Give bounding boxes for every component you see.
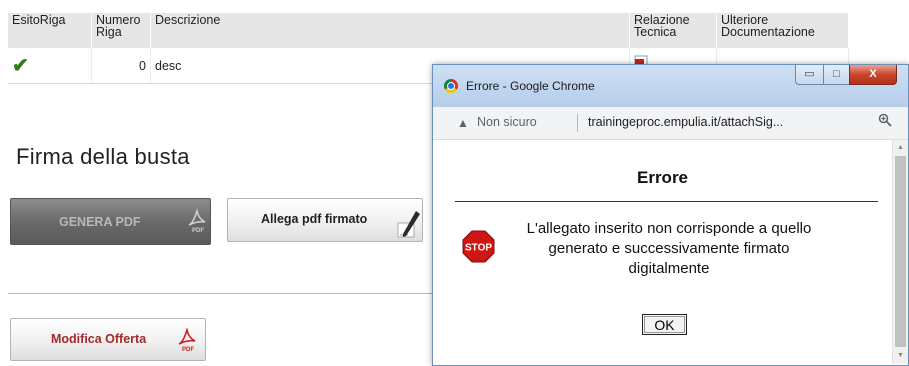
modifica-offerta-button[interactable]: Modifica Offerta PDF (10, 318, 206, 361)
url-text[interactable]: trainingeproc.empulia.it/attachSig... (588, 115, 783, 129)
genera-pdf-label: GENERA PDF (59, 215, 141, 229)
error-popup-window: Errore - Google Chrome ▭ □ X ▲ Non sicur… (432, 64, 909, 366)
esito-cell: ✔ (8, 48, 92, 84)
warning-icon[interactable]: ▲ (457, 116, 469, 130)
popup-address-bar[interactable]: ▲ Non sicuro trainingeproc.empulia.it/at… (433, 107, 908, 140)
error-message: L'allegato inserito non corrisponde a qu… (526, 220, 812, 277)
svg-text:PDF: PDF (182, 347, 194, 352)
close-button[interactable]: X (849, 65, 897, 85)
numero-cell: 0 (91, 48, 151, 84)
header-ulteriore-documentazione[interactable]: Ulteriore Documentazione (716, 13, 849, 48)
zoom-icon[interactable] (878, 113, 892, 127)
table-header-row: EsitoRiga Numero Riga Descrizione Relazio… (8, 13, 849, 48)
allega-pdf-label: Allega pdf firmato (261, 212, 368, 226)
ok-button[interactable]: OK (642, 314, 687, 335)
maximize-button[interactable]: □ (823, 65, 850, 85)
popup-titlebar[interactable]: Errore - Google Chrome ▭ □ X (433, 65, 908, 108)
header-esito-riga[interactable]: EsitoRiga (8, 13, 92, 48)
genera-pdf-button[interactable]: GENERA PDF PDF (10, 198, 211, 245)
modifica-offerta-label: Modifica Offerta (51, 332, 147, 346)
section-title: Firma della busta (16, 144, 190, 169)
popup-window-title: Errore - Google Chrome (466, 79, 595, 93)
header-relazione-tecnica[interactable]: Relazione Tecnica (629, 13, 717, 48)
green-checkmark-icon: ✔ (12, 55, 29, 77)
scrollbar-thumb[interactable] (895, 156, 906, 347)
chrome-icon (444, 79, 458, 93)
minimize-button[interactable]: ▭ (795, 65, 824, 85)
url-separator (577, 114, 578, 132)
header-descrizione[interactable]: Descrizione (150, 13, 630, 48)
section-divider (8, 293, 433, 294)
pdf-icon: PDF (188, 209, 206, 233)
pen-icon (397, 211, 420, 238)
error-dialog-content: Errore STOP L'allegato inserito non corr… (433, 140, 892, 364)
stop-sign-icon: STOP (462, 230, 495, 263)
error-title: Errore (636, 168, 689, 187)
security-label[interactable]: Non sicuro (477, 115, 537, 129)
scroll-up-arrow-icon[interactable]: ▲ (893, 141, 908, 155)
allega-pdf-firmato-button[interactable]: Allega pdf firmato (227, 198, 423, 242)
header-numero-riga[interactable]: Numero Riga (91, 13, 151, 48)
vertical-scrollbar[interactable]: ▲ ▼ (892, 140, 908, 364)
svg-text:PDF: PDF (192, 228, 204, 233)
svg-text:STOP: STOP (465, 243, 492, 254)
pdf-icon: PDF (178, 328, 196, 352)
error-title-divider (455, 201, 878, 202)
